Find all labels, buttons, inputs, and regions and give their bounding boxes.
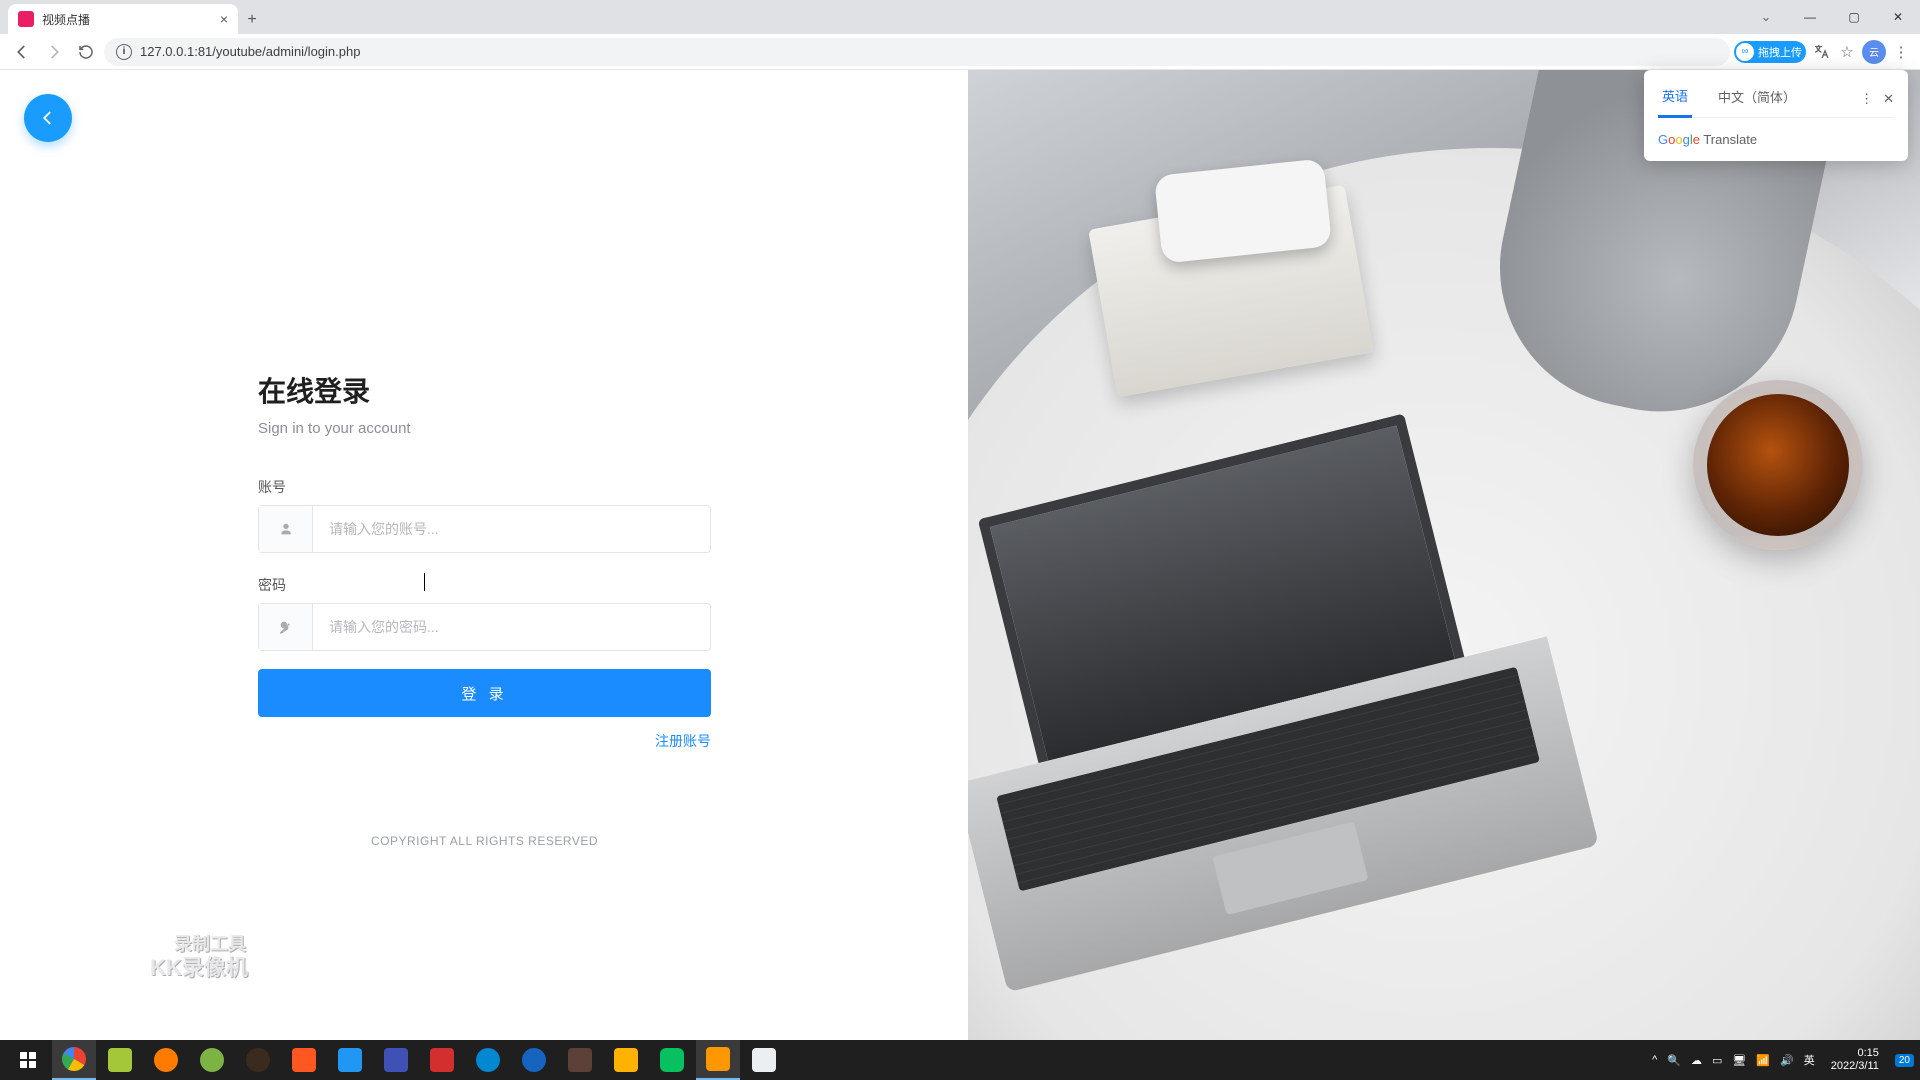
tray-clock[interactable]: 0:15 2022/3/11 bbox=[1825, 1047, 1885, 1073]
site-info-icon[interactable]: i bbox=[116, 44, 132, 60]
taskbar-app-wps[interactable] bbox=[420, 1040, 464, 1080]
account-label: 账号 bbox=[258, 477, 711, 497]
translate-menu-icon[interactable]: ⋮ bbox=[1860, 91, 1873, 107]
translate-tab-source[interactable]: 英语 bbox=[1658, 80, 1692, 118]
window-minimize-icon[interactable]: — bbox=[1788, 10, 1832, 24]
tray-cloud-icon[interactable]: ☁ bbox=[1691, 1054, 1702, 1067]
taskbar-app-15[interactable] bbox=[696, 1040, 740, 1080]
tray-ime-lang[interactable]: 英 bbox=[1804, 1052, 1815, 1068]
taskbar-app-notepadpp[interactable] bbox=[98, 1040, 142, 1080]
translate-brand: Google Translate bbox=[1658, 132, 1894, 147]
taskbar-app-8[interactable] bbox=[374, 1040, 418, 1080]
page-viewport: 在线登录 Sign in to your account 账号 密码 bbox=[0, 70, 1920, 1040]
windows-taskbar: ^ 🔍 ☁ ▭ 🖥 📶 🔊 英 0:15 2022/3/11 20 bbox=[0, 1040, 1920, 1080]
taskbar-app-12[interactable] bbox=[558, 1040, 602, 1080]
recorder-watermark: 录制工具 KK录像机 bbox=[150, 934, 248, 980]
browser-toolbar: i 127.0.0.1:81/youtube/admini/login.php … bbox=[0, 34, 1920, 70]
translate-tabs: 英语 中文（简体） ⋮ ✕ bbox=[1658, 80, 1894, 118]
tray-notifications-badge[interactable]: 20 bbox=[1895, 1054, 1914, 1067]
account-input[interactable] bbox=[313, 506, 710, 552]
nav-forward-button[interactable] bbox=[40, 38, 68, 66]
taskbar-app-4[interactable] bbox=[190, 1040, 234, 1080]
login-button[interactable]: 登 录 bbox=[258, 669, 711, 717]
tray-volume-icon[interactable]: 🔊 bbox=[1780, 1054, 1794, 1067]
tray-wifi-icon[interactable]: 📶 bbox=[1756, 1054, 1770, 1067]
taskbar-app-everything[interactable] bbox=[144, 1040, 188, 1080]
window-close-icon[interactable]: ✕ bbox=[1876, 10, 1920, 24]
extension-upload-badge[interactable]: ∞ 拖拽上传 bbox=[1734, 41, 1806, 63]
url-text: 127.0.0.1:81/youtube/admini/login.php bbox=[140, 44, 360, 59]
hero-cup bbox=[1693, 380, 1863, 550]
taskbar-app-7[interactable] bbox=[328, 1040, 372, 1080]
taskbar-app-explorer[interactable] bbox=[604, 1040, 648, 1080]
key-icon bbox=[259, 604, 313, 650]
taskbar-app-6[interactable] bbox=[282, 1040, 326, 1080]
browser-tab-bar: 视频点播 × + ⌄ — ▢ ✕ bbox=[0, 0, 1920, 34]
new-tab-button[interactable]: + bbox=[238, 6, 266, 34]
nav-back-button[interactable] bbox=[8, 38, 36, 66]
page-title: 在线登录 bbox=[258, 370, 711, 410]
password-group: 密码 bbox=[258, 575, 711, 651]
taskbar-app-16[interactable] bbox=[742, 1040, 786, 1080]
extension-label: 拖拽上传 bbox=[1758, 44, 1802, 60]
window-controls: ⌄ — ▢ ✕ bbox=[1744, 0, 1920, 34]
translate-popup: 英语 中文（简体） ⋮ ✕ Google Translate bbox=[1644, 70, 1908, 161]
bookmark-star-icon[interactable]: ☆ bbox=[1836, 41, 1858, 63]
cloud-icon: ∞ bbox=[1736, 43, 1754, 61]
browser-menu-icon[interactable]: ⋮ bbox=[1890, 41, 1912, 63]
user-icon bbox=[259, 506, 313, 552]
tab-close-icon[interactable]: × bbox=[220, 11, 228, 27]
page-subtitle: Sign in to your account bbox=[258, 420, 711, 437]
browser-tab-active[interactable]: 视频点播 × bbox=[8, 4, 238, 34]
tray-date: 2022/3/11 bbox=[1831, 1060, 1879, 1073]
hero-phone bbox=[1154, 158, 1332, 263]
taskbar-app-chrome[interactable] bbox=[52, 1040, 96, 1080]
login-panel: 在线登录 Sign in to your account 账号 密码 bbox=[0, 70, 968, 1040]
address-bar[interactable]: i 127.0.0.1:81/youtube/admini/login.php bbox=[104, 38, 1730, 66]
copyright-text: COPYRIGHT ALL RIGHTS RESERVED bbox=[258, 834, 711, 848]
window-maximize-icon[interactable]: ▢ bbox=[1832, 10, 1876, 24]
password-input[interactable] bbox=[313, 604, 710, 650]
tab-title: 视频点播 bbox=[42, 11, 90, 28]
text-cursor-caret bbox=[424, 573, 425, 591]
start-button[interactable] bbox=[6, 1040, 50, 1080]
tray-monitor-icon[interactable]: 🖥 bbox=[1732, 1054, 1746, 1067]
translate-icon[interactable] bbox=[1810, 41, 1832, 63]
account-group: 账号 bbox=[258, 477, 711, 553]
register-link[interactable]: 注册账号 bbox=[655, 733, 711, 749]
hero-image-panel bbox=[968, 70, 1920, 1040]
tray-search-icon[interactable]: 🔍 bbox=[1667, 1054, 1681, 1067]
taskbar-app-11[interactable] bbox=[512, 1040, 556, 1080]
nav-reload-button[interactable] bbox=[72, 38, 100, 66]
taskbar-app-10[interactable] bbox=[466, 1040, 510, 1080]
profile-avatar[interactable]: 云 bbox=[1862, 40, 1886, 64]
account-field-wrapper bbox=[258, 505, 711, 553]
taskbar-app-wechat[interactable] bbox=[650, 1040, 694, 1080]
taskbar-app-5[interactable] bbox=[236, 1040, 280, 1080]
tray-battery-icon[interactable]: ▭ bbox=[1712, 1054, 1722, 1067]
password-label: 密码 bbox=[258, 575, 711, 595]
translate-close-icon[interactable]: ✕ bbox=[1883, 91, 1894, 107]
tray-overflow-icon[interactable]: ^ bbox=[1652, 1054, 1657, 1066]
register-row: 注册账号 bbox=[258, 731, 711, 751]
login-form: 在线登录 Sign in to your account 账号 密码 bbox=[258, 370, 711, 751]
translate-tab-target[interactable]: 中文（简体） bbox=[1714, 81, 1800, 116]
tabs-dropdown-icon[interactable]: ⌄ bbox=[1744, 9, 1788, 25]
back-fab-button[interactable] bbox=[24, 94, 72, 142]
tab-favicon bbox=[18, 11, 34, 27]
tray-time: 0:15 bbox=[1831, 1047, 1879, 1060]
password-field-wrapper bbox=[258, 603, 711, 651]
